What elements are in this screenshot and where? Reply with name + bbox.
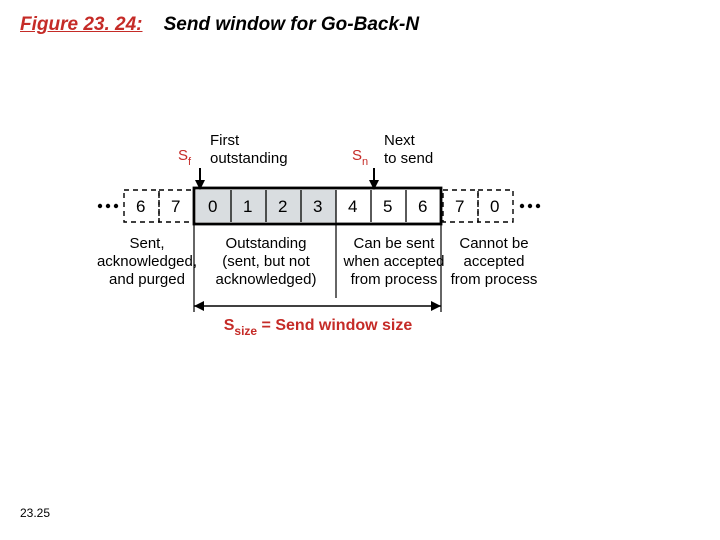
region-cannot-cells: 7 0 [443,190,513,222]
cell-out-0: 0 [208,197,217,216]
svg-text:First: First [210,132,240,149]
svg-text:when accepted: when accepted [343,253,445,270]
svg-text:Ssize = Send window size: Ssize = Send window size [224,317,413,338]
svg-text:Cannot be: Cannot be [459,235,528,252]
ellipsis-right [520,204,540,208]
region-outstanding-label: Outstanding (sent, but not acknowledged) [216,235,317,288]
cell-can-2: 6 [418,197,427,216]
svg-text:acknowledged): acknowledged) [216,271,317,288]
cell-right-0: 7 [455,197,464,216]
region-cansend-label: Can be sent when accepted from process [343,235,445,288]
svg-text:Outstanding: Outstanding [226,235,307,252]
window-size-arrow: Ssize = Send window size [194,301,441,338]
region-cansend-cells: 4 5 6 [348,190,427,222]
send-window-diagram: 6 7 0 1 2 3 4 5 6 7 0 Sf Fir [0,0,720,540]
cell-left-1: 7 [171,197,180,216]
sn-pointer: Sn Next to send [352,132,433,190]
svg-text:outstanding: outstanding [210,150,288,167]
svg-text:Can be sent: Can be sent [354,235,436,252]
region-purged-label: Sent, acknowledged, and purged [97,235,197,288]
ellipsis-left [98,204,118,208]
svg-text:from process: from process [351,271,438,288]
region-purged-cells: 6 7 [124,190,194,222]
svg-text:and purged: and purged [109,271,185,288]
svg-text:acknowledged,: acknowledged, [97,253,197,270]
cell-right-1: 0 [490,197,499,216]
cell-left-0: 6 [136,197,145,216]
cell-can-0: 4 [348,197,357,216]
svg-text:Sf: Sf [178,147,192,168]
svg-text:to send: to send [384,150,433,167]
cell-can-1: 5 [383,197,392,216]
svg-text:Sn: Sn [352,147,368,168]
svg-text:accepted: accepted [464,253,525,270]
svg-text:Sent,: Sent, [129,235,164,252]
region-outstanding-cells: 0 1 2 3 [196,190,336,222]
page-number: 23.25 [20,506,50,520]
svg-text:from process: from process [451,271,538,288]
cell-out-2: 2 [278,197,287,216]
svg-text:(sent, but not: (sent, but not [222,253,310,270]
cell-out-1: 1 [243,197,252,216]
region-cannot-label: Cannot be accepted from process [451,235,538,288]
cell-out-3: 3 [313,197,322,216]
sf-pointer: Sf First outstanding [178,132,288,190]
svg-text:Next: Next [384,132,416,149]
